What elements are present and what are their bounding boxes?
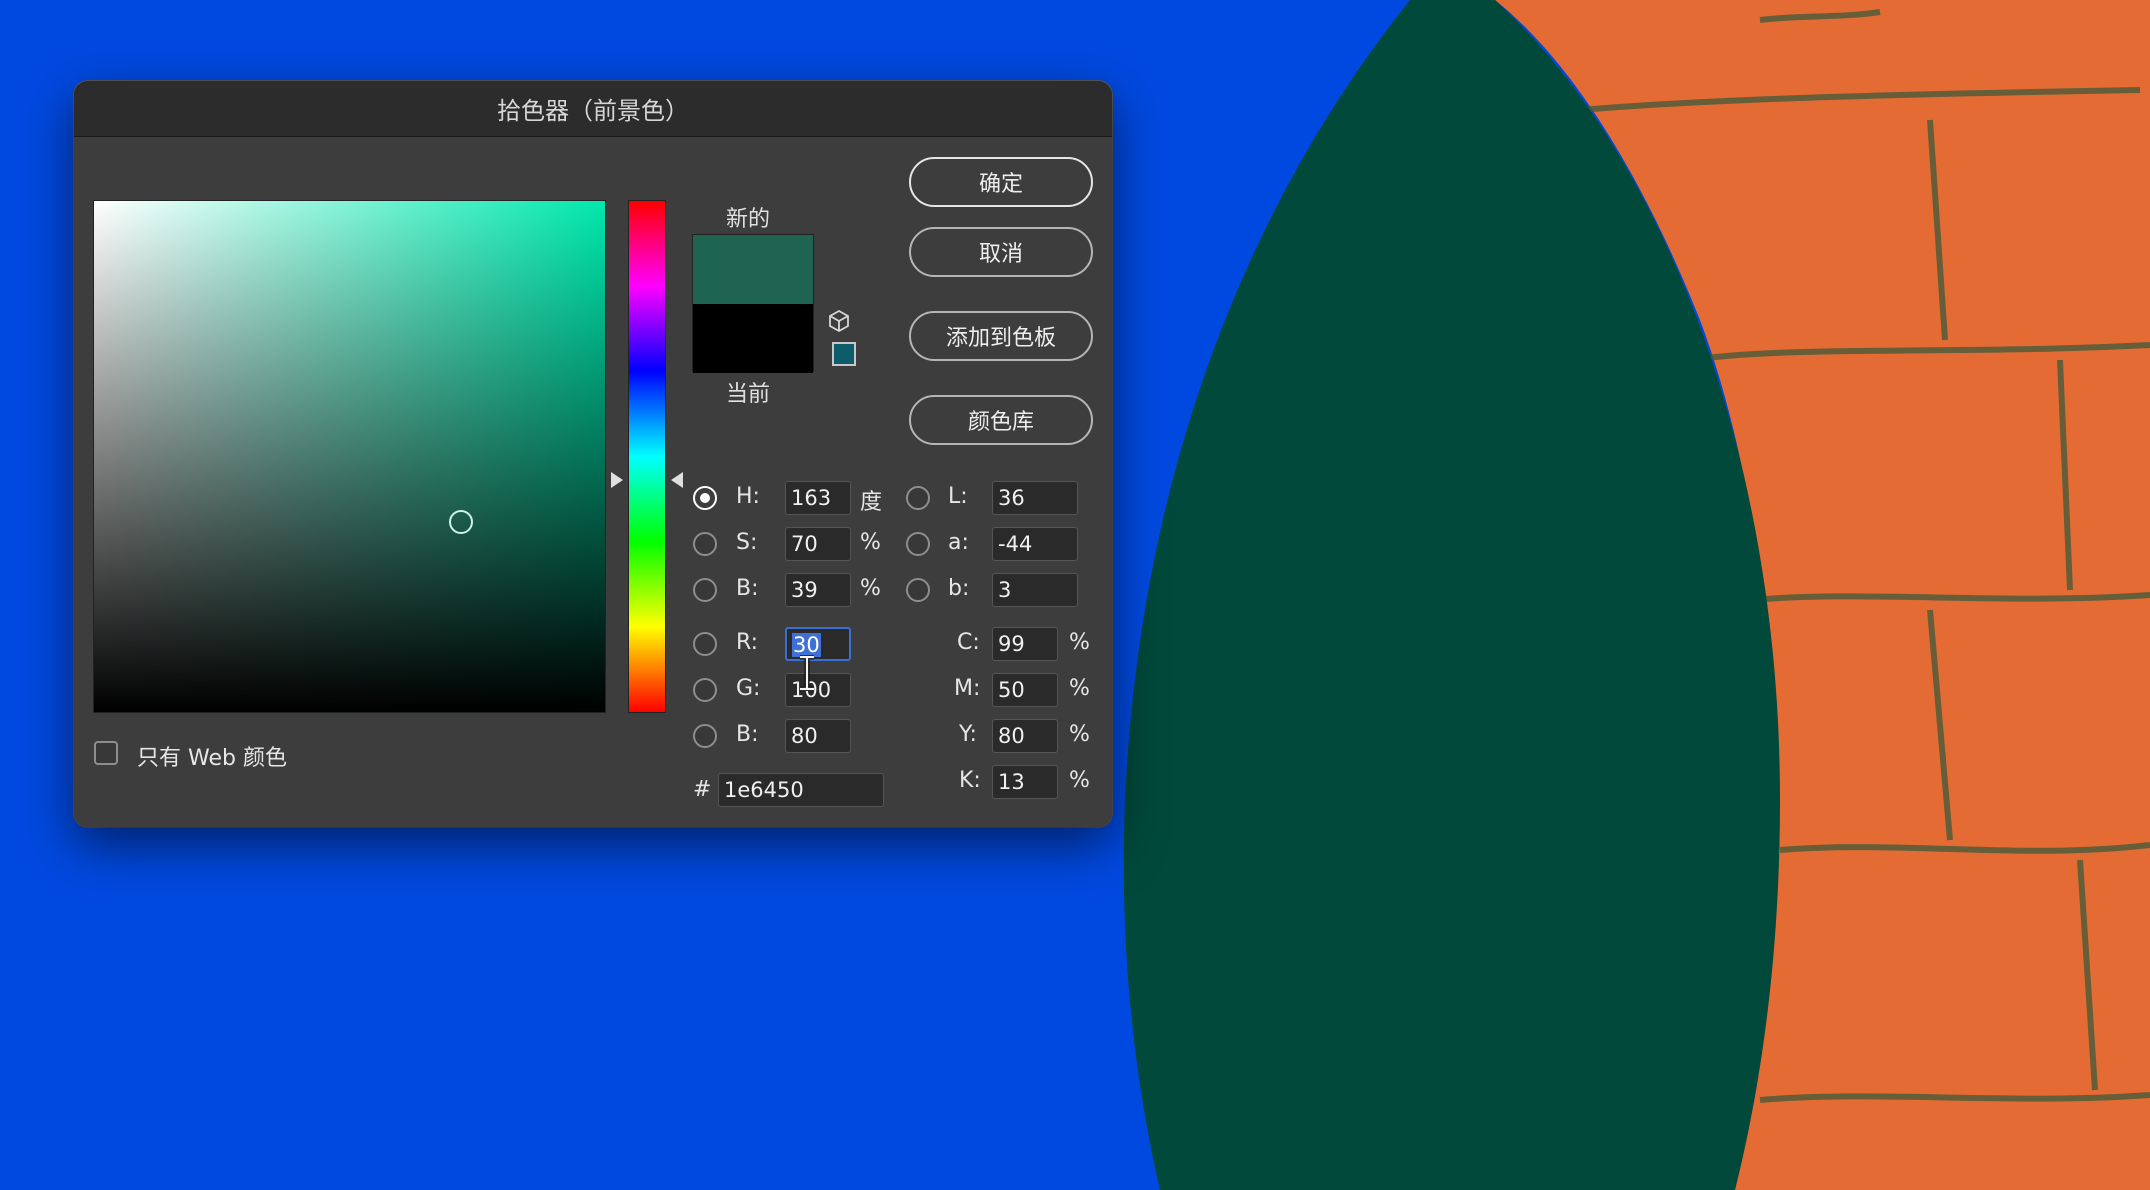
- green-label: G:: [736, 676, 761, 701]
- out-of-gamut-cube-icon[interactable]: [827, 309, 851, 333]
- dialog-title: 拾色器（前景色）: [74, 81, 1112, 137]
- web-colors-only-checkbox[interactable]: [94, 741, 118, 765]
- new-color-swatch: [693, 235, 813, 304]
- saturation-label: S:: [736, 530, 758, 555]
- lab-b-label: b:: [948, 576, 970, 601]
- lab-a-label: a:: [948, 530, 969, 555]
- black-input[interactable]: 13: [992, 765, 1058, 799]
- black-unit: %: [1069, 768, 1090, 793]
- hue-radio[interactable]: [693, 486, 717, 510]
- hue-input[interactable]: 163: [785, 481, 851, 515]
- green-input[interactable]: 100: [785, 673, 851, 707]
- red-input[interactable]: 30: [785, 627, 851, 661]
- hex-input[interactable]: 1e6450: [718, 773, 884, 807]
- yellow-input[interactable]: 80: [992, 719, 1058, 753]
- hue-slider[interactable]: [628, 200, 666, 713]
- saturation-input[interactable]: 70: [785, 527, 851, 561]
- brightness-radio[interactable]: [693, 578, 717, 602]
- lab-a-input[interactable]: -44: [992, 527, 1078, 561]
- green-radio[interactable]: [693, 678, 717, 702]
- blue-label: B:: [736, 722, 759, 747]
- lab-l-input[interactable]: 36: [992, 481, 1078, 515]
- brightness-input[interactable]: 39: [785, 573, 851, 607]
- saturation-unit: %: [860, 530, 881, 555]
- saturation-radio[interactable]: [693, 532, 717, 556]
- brightness-unit: %: [860, 576, 881, 601]
- color-field-cursor[interactable]: [449, 510, 473, 534]
- lab-a-radio[interactable]: [906, 532, 930, 556]
- color-picker-dialog: 拾色器（前景色） 新的 当前 确定 取消 添加到色板 颜色库 H: 163 度 …: [74, 81, 1112, 827]
- yellow-label: Y:: [959, 722, 977, 747]
- color-libraries-button[interactable]: 颜色库: [909, 395, 1093, 445]
- cyan-label: C:: [957, 630, 980, 655]
- hue-slider-right-arrow[interactable]: [671, 472, 683, 488]
- cyan-input[interactable]: 99: [992, 627, 1058, 661]
- red-input-selection: 30: [792, 633, 821, 657]
- hue-slider-left-arrow[interactable]: [611, 472, 623, 488]
- lab-l-label: L:: [948, 484, 968, 509]
- red-label: R:: [736, 630, 759, 655]
- magenta-unit: %: [1069, 676, 1090, 701]
- brightness-label: B:: [736, 576, 759, 601]
- current-color-swatch[interactable]: [693, 304, 813, 373]
- hue-label: H:: [736, 484, 760, 509]
- ok-button[interactable]: 确定: [909, 157, 1093, 207]
- text-cursor-icon: [800, 655, 814, 691]
- hue-unit: 度: [860, 490, 883, 515]
- current-color-label: 当前: [726, 382, 771, 407]
- hex-prefix: #: [693, 777, 712, 802]
- magenta-input[interactable]: 50: [992, 673, 1058, 707]
- black-label: K:: [959, 768, 981, 793]
- magenta-label: M:: [954, 676, 981, 701]
- red-radio[interactable]: [693, 632, 717, 656]
- blue-radio[interactable]: [693, 724, 717, 748]
- cancel-button[interactable]: 取消: [909, 227, 1093, 277]
- cyan-unit: %: [1069, 630, 1090, 655]
- web-safe-color-swatch[interactable]: [832, 342, 856, 366]
- web-colors-only-label: 只有 Web 颜色: [137, 746, 287, 771]
- blue-input[interactable]: 80: [785, 719, 851, 753]
- lab-b-radio[interactable]: [906, 578, 930, 602]
- lab-l-radio[interactable]: [906, 486, 930, 510]
- saturation-brightness-field[interactable]: [93, 200, 606, 713]
- add-to-swatches-button[interactable]: 添加到色板: [909, 311, 1093, 361]
- yellow-unit: %: [1069, 722, 1090, 747]
- color-comparison-swatch: [692, 234, 814, 373]
- lab-b-input[interactable]: 3: [992, 573, 1078, 607]
- new-color-label: 新的: [726, 207, 771, 232]
